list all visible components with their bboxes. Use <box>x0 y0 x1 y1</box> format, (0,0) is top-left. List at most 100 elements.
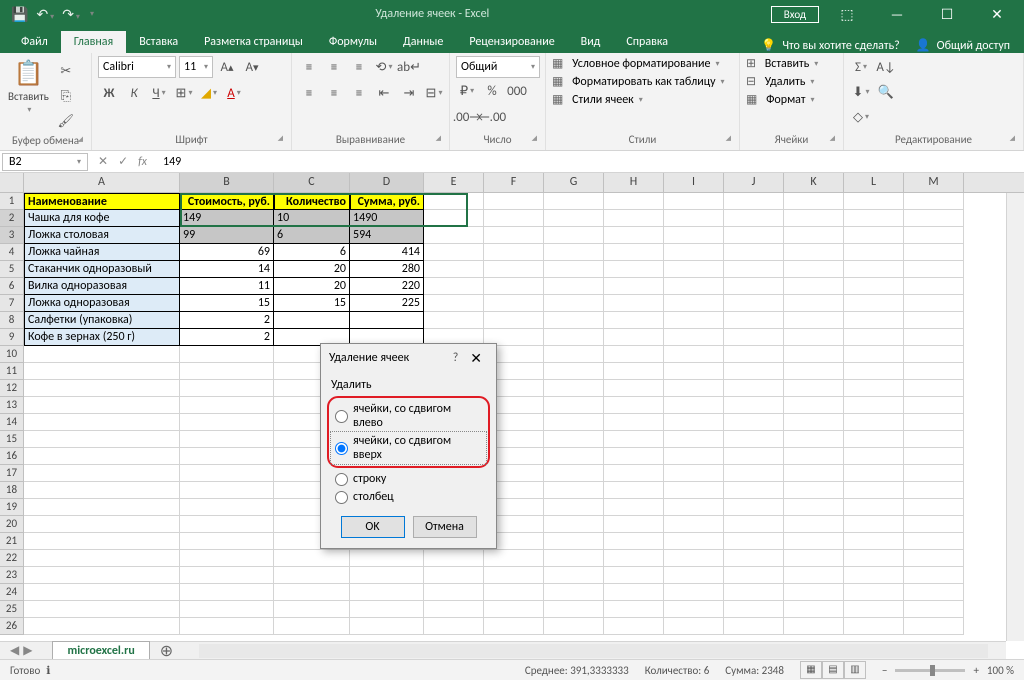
cell[interactable] <box>24 533 180 550</box>
cell[interactable] <box>604 295 664 312</box>
cell[interactable] <box>724 414 784 431</box>
row-header[interactable]: 22 <box>0 550 24 567</box>
cell[interactable] <box>604 482 664 499</box>
cell[interactable] <box>604 601 664 618</box>
cell[interactable] <box>664 465 724 482</box>
cell[interactable] <box>844 516 904 533</box>
column-header[interactable]: C <box>274 173 350 192</box>
cell[interactable] <box>844 312 904 329</box>
cell[interactable] <box>24 482 180 499</box>
cell[interactable]: 2 <box>180 312 274 329</box>
cell[interactable] <box>724 210 784 227</box>
cell[interactable] <box>844 278 904 295</box>
align-right-icon[interactable]: ≡ <box>348 82 370 104</box>
cell[interactable] <box>274 550 350 567</box>
cell[interactable] <box>904 312 964 329</box>
cell[interactable] <box>664 329 724 346</box>
italic-icon[interactable]: К <box>123 82 145 104</box>
row-header[interactable]: 24 <box>0 584 24 601</box>
tab-help[interactable]: Справка <box>613 31 681 53</box>
cell[interactable] <box>484 227 544 244</box>
align-bottom-icon[interactable]: ≡ <box>348 56 370 78</box>
row-header[interactable]: 9 <box>0 329 24 346</box>
cell[interactable] <box>664 210 724 227</box>
row-header[interactable]: 6 <box>0 278 24 295</box>
cell[interactable] <box>784 601 844 618</box>
cell[interactable]: Стоимость, руб. <box>180 193 274 210</box>
cell[interactable] <box>544 550 604 567</box>
cell[interactable] <box>844 431 904 448</box>
cell[interactable] <box>724 533 784 550</box>
row-header[interactable]: 13 <box>0 397 24 414</box>
number-format-combo[interactable]: Общий▾ <box>456 56 540 78</box>
cell[interactable] <box>724 397 784 414</box>
row-header[interactable]: 21 <box>0 533 24 550</box>
cell[interactable] <box>484 278 544 295</box>
cell[interactable]: 99 <box>180 227 274 244</box>
cell[interactable] <box>604 244 664 261</box>
tab-formulas[interactable]: Формулы <box>316 31 390 53</box>
cell[interactable] <box>724 346 784 363</box>
select-all-corner[interactable] <box>0 173 24 192</box>
cell[interactable] <box>424 278 484 295</box>
cell[interactable] <box>24 431 180 448</box>
fx-icon[interactable]: fx <box>138 155 147 169</box>
cell[interactable] <box>180 448 274 465</box>
cell[interactable]: 225 <box>350 295 424 312</box>
cell[interactable] <box>904 448 964 465</box>
cell[interactable] <box>544 499 604 516</box>
increase-font-icon[interactable]: A▴ <box>216 56 238 78</box>
cell[interactable]: 6 <box>274 227 350 244</box>
cell[interactable] <box>784 431 844 448</box>
cell[interactable] <box>724 380 784 397</box>
name-box[interactable]: B2▾ <box>2 153 88 171</box>
cell[interactable] <box>484 210 544 227</box>
cell[interactable] <box>664 346 724 363</box>
format-cells-button[interactable]: ▦ Формат▾ <box>746 92 815 107</box>
cell[interactable] <box>904 278 964 295</box>
cell[interactable] <box>904 601 964 618</box>
delete-cells-button[interactable]: ⊟ Удалить▾ <box>746 74 814 89</box>
cell[interactable] <box>350 584 424 601</box>
cell[interactable] <box>180 363 274 380</box>
cell[interactable] <box>424 550 484 567</box>
cell[interactable] <box>604 465 664 482</box>
cell[interactable] <box>724 193 784 210</box>
cell[interactable] <box>724 329 784 346</box>
save-icon[interactable]: 💾 <box>11 6 28 23</box>
cell[interactable] <box>844 482 904 499</box>
formula-bar[interactable]: 149 <box>155 154 1024 170</box>
cell[interactable] <box>544 567 604 584</box>
cell[interactable] <box>544 363 604 380</box>
cell[interactable] <box>274 618 350 635</box>
copy-icon[interactable]: ⎘ <box>55 85 77 107</box>
cell[interactable] <box>604 550 664 567</box>
cell[interactable]: Вилка одноразовая <box>24 278 180 295</box>
cell[interactable] <box>544 278 604 295</box>
cell[interactable] <box>664 295 724 312</box>
tab-layout[interactable]: Разметка страницы <box>191 31 316 53</box>
row-header[interactable]: 16 <box>0 448 24 465</box>
cell[interactable] <box>844 363 904 380</box>
cell[interactable] <box>724 516 784 533</box>
row-header[interactable]: 4 <box>0 244 24 261</box>
sheet-tab[interactable]: microexcel.ru <box>52 641 149 659</box>
cell[interactable] <box>180 516 274 533</box>
cell[interactable] <box>24 363 180 380</box>
cell[interactable]: 11 <box>180 278 274 295</box>
cell[interactable] <box>664 380 724 397</box>
cell[interactable] <box>604 397 664 414</box>
cell[interactable] <box>424 210 484 227</box>
row-header[interactable]: 10 <box>0 346 24 363</box>
cell[interactable] <box>724 584 784 601</box>
add-sheet-button[interactable]: ⊕ <box>152 641 181 660</box>
cell[interactable] <box>604 193 664 210</box>
cell[interactable] <box>424 618 484 635</box>
column-header[interactable]: A <box>24 173 180 192</box>
cell[interactable] <box>784 244 844 261</box>
sort-filter-icon[interactable]: A↓ <box>875 56 897 78</box>
cancel-button[interactable]: Отмена <box>413 516 477 538</box>
cell[interactable] <box>604 227 664 244</box>
cell[interactable] <box>484 193 544 210</box>
cell[interactable] <box>664 312 724 329</box>
